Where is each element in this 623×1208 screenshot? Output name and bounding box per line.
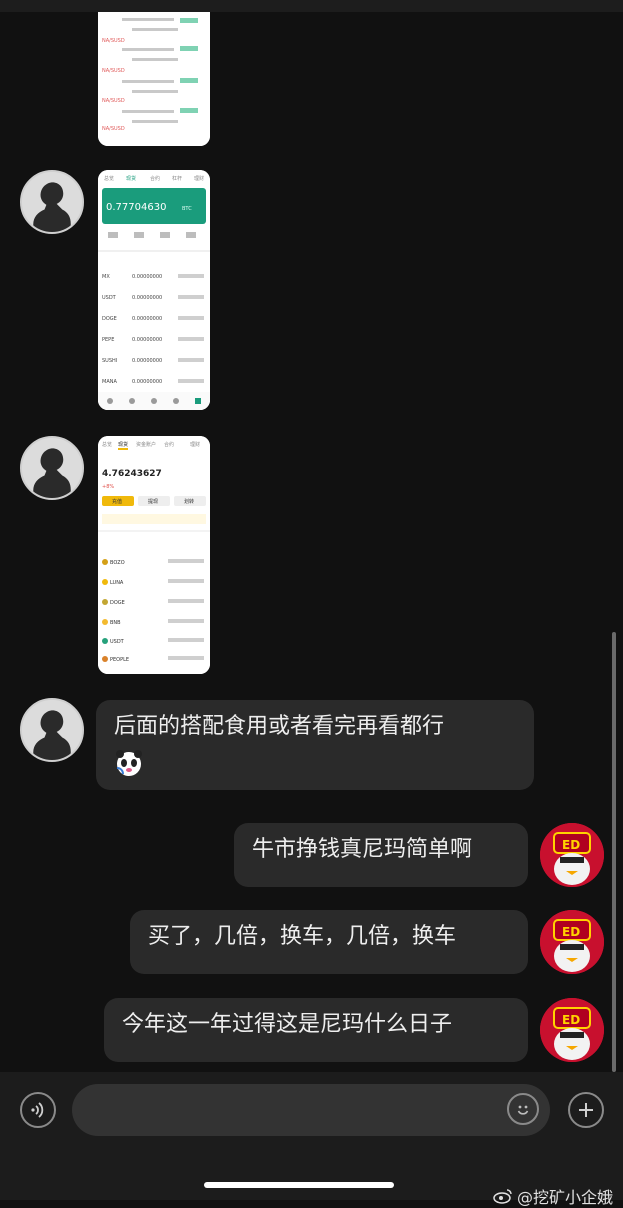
emoji-icon [517,1105,529,1115]
screenshot-thumbnail: NA/SUSD NA/SUSD NA/SUSD NA/SUSD [98,12,210,146]
outgoing-message-bubble[interactable]: 牛市挣钱真尼玛简单啊 [234,823,528,887]
shot3-coin: USDT [110,639,125,645]
shot2-tab: 总览 [104,175,114,182]
plus-icon [579,1103,593,1117]
shot3-coin: DOGE [110,600,125,606]
self-avatar[interactable]: ED [540,998,604,1062]
penguin-avatar-icon: ED [540,910,604,974]
shot2-balance-unit: BTC [182,206,192,212]
silhouette-avatar-icon [22,700,82,760]
shot2-value: 0.00000000 [132,274,162,280]
message-text: 买了，几倍，换车，几倍，换车 [148,924,457,949]
penguin-avatar-icon: ED [540,823,604,887]
shot3-tab: 总览 [102,441,112,448]
shot3-coin: LUNA [110,580,124,586]
shot3-coin: BOZO [110,560,125,566]
shot2-coin: SUSHI [102,358,117,364]
shot2-tab: 杠杆 [172,175,182,182]
watermark-text: @挖矿小企娥 [516,1188,613,1207]
shot3-tab: 现货 [118,441,128,448]
self-avatar[interactable]: ED [540,823,604,887]
outgoing-message-bubble[interactable]: 今年这一年过得这是尼玛什么日子 [104,998,528,1062]
shot2-coin: DOGE [102,316,117,322]
self-avatar[interactable]: ED [540,910,604,974]
shot2-coin: PEPE [102,337,114,343]
shot2-tab: 理财 [194,175,204,182]
shot3-coin: BNB [110,620,121,626]
shot2-value: 0.00000000 [132,337,162,343]
svg-text:ED: ED [562,1013,580,1027]
shot2-coin: MANA [102,379,117,385]
home-indicator[interactable] [204,1182,394,1188]
shot2-coin: MX [102,274,110,280]
watermark: @挖矿小企娥 [493,1184,613,1208]
shot3-button: 划转 [184,498,194,505]
shot2-value: 0.00000000 [132,295,162,301]
silhouette-avatar-icon [22,172,82,232]
shot2-balance: 0.77704630 [106,202,166,213]
outgoing-message-bubble[interactable]: 买了，几倍，换车，几倍，换车 [130,910,528,974]
shot3-button: 充值 [112,498,122,505]
message-text: 牛市挣钱真尼玛简单啊 [252,837,473,862]
shot2-value: 0.00000000 [132,379,162,385]
image-message-3[interactable]: 总览 现货 资金账户 合约 理财 4.76243627 +8% 充值 提现 划转… [98,436,210,674]
weibo-icon [493,1189,512,1204]
shot1-item: NA/SUSD [102,98,125,104]
sender-avatar[interactable] [20,698,84,762]
emoji-button[interactable] [507,1093,539,1125]
silhouette-avatar-icon [22,438,82,498]
sender-avatar[interactable] [20,170,84,234]
penguin-avatar-icon: ED [540,998,604,1062]
shot3-balance: 4.76243627 [102,469,162,479]
incoming-message-bubble[interactable]: 后面的搭配食用或者看完再看都行 [96,700,534,790]
shot2-value: 0.00000000 [132,358,162,364]
shot1-item: NA/SUSD [102,68,125,74]
shot2-value: 0.00000000 [132,316,162,322]
screenshot-thumbnail: 总览 现货 合约 杠杆 理财 0.77704630 BTC MX USDT DO… [98,170,210,410]
shot3-button: 提现 [148,498,158,505]
sender-avatar[interactable] [20,436,84,500]
shot3-coin: PEOPLE [110,657,129,663]
shot2-coin: USDT [102,295,117,301]
scrollbar[interactable] [612,632,616,1072]
shot2-tab: 合约 [150,175,160,182]
image-message-1[interactable]: NA/SUSD NA/SUSD NA/SUSD NA/SUSD [98,12,210,146]
shot1-item: NA/SUSD [102,126,125,132]
panda-sticker-icon [114,748,144,778]
message-text: 后面的搭配食用或者看完再看都行 [114,714,445,739]
chat-message-list[interactable]: NA/SUSD NA/SUSD NA/SUSD NA/SUSD 总览 现货 合约… [0,12,623,1072]
shot3-tab: 合约 [164,441,174,448]
shot3-pnl: +8% [102,484,114,490]
shot3-tab: 资金账户 [136,441,156,448]
voice-button[interactable] [20,1092,56,1128]
svg-text:ED: ED [562,925,580,939]
screenshot-thumbnail: 总览 现货 资金账户 合约 理财 4.76243627 +8% 充值 提现 划转… [98,436,210,674]
message-text: 今年这一年过得这是尼玛什么日子 [122,1012,453,1037]
top-status-strip [0,0,623,12]
input-bar: @挖矿小企娥 [0,1072,623,1207]
image-message-2[interactable]: 总览 现货 合约 杠杆 理财 0.77704630 BTC MX USDT DO… [98,170,210,410]
plus-button[interactable] [568,1092,604,1128]
message-input[interactable] [72,1084,550,1136]
voice-icon [31,1102,44,1118]
shot2-tab: 现货 [126,175,136,182]
shot1-item: NA/SUSD [102,38,125,44]
shot3-tab: 理财 [190,441,200,448]
svg-text:ED: ED [562,838,580,852]
